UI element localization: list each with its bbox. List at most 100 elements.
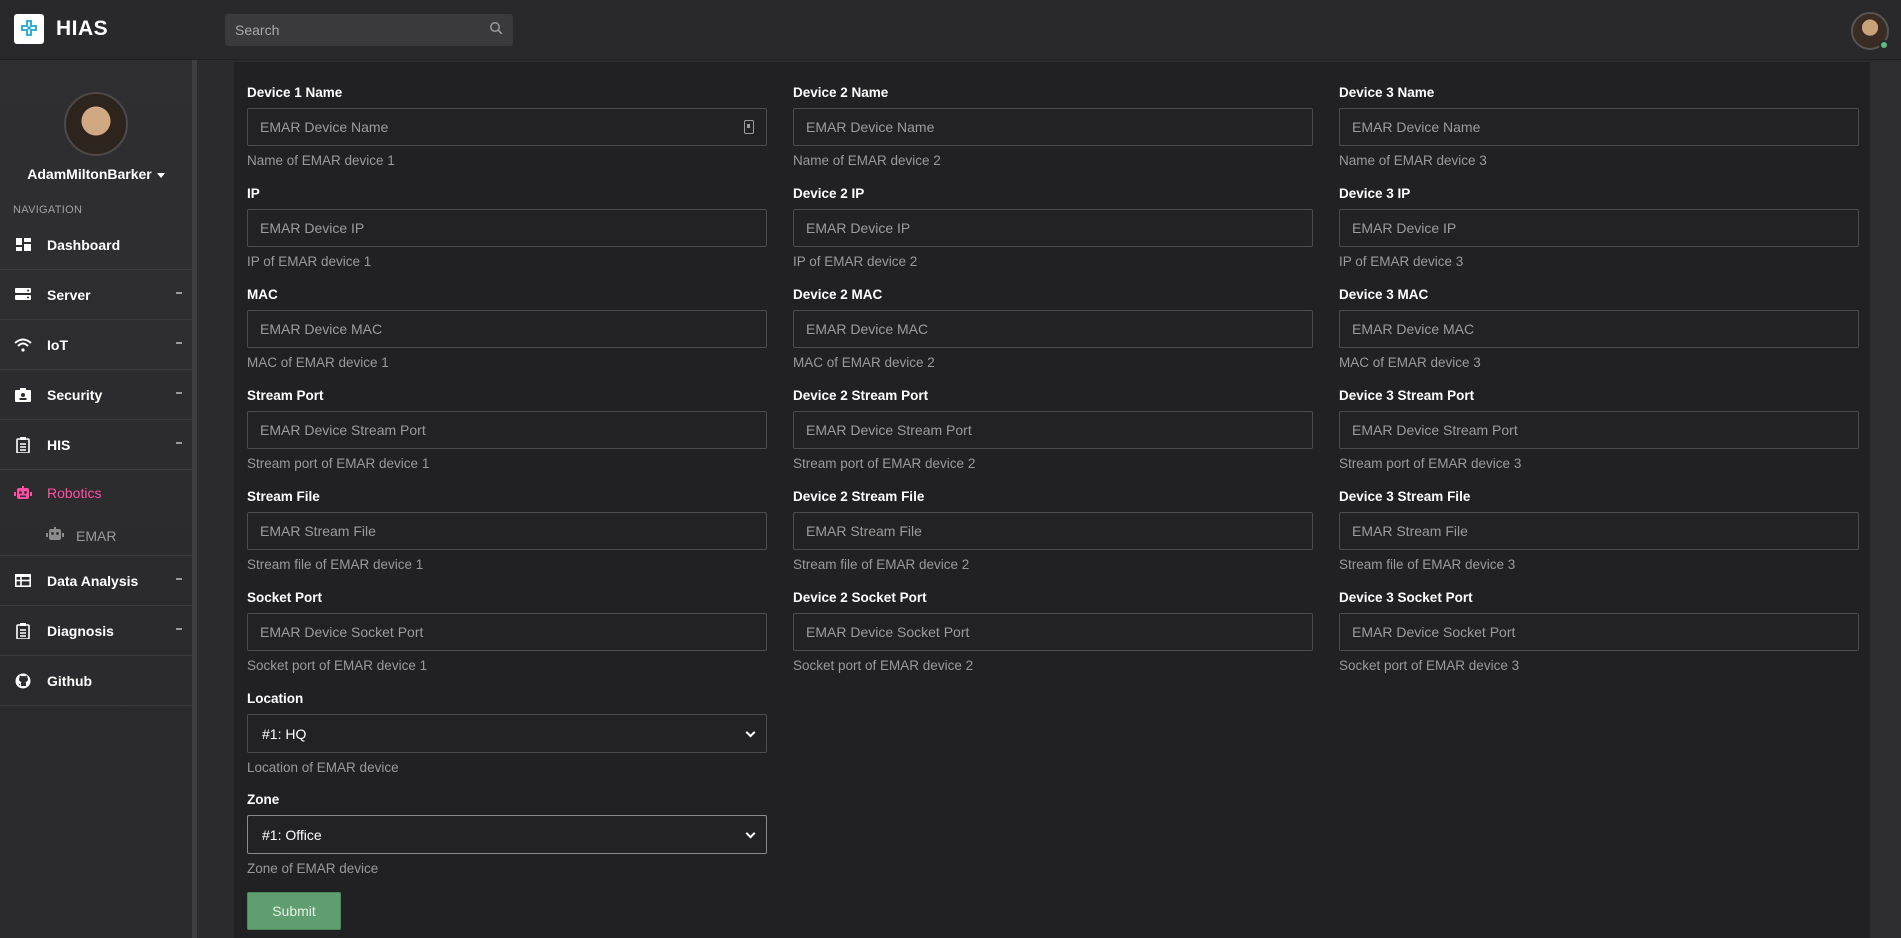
sidebar-item-data-analysis[interactable]: Data Analysis <box>0 556 192 606</box>
field-label: Zone <box>247 792 280 807</box>
device-3-stream-file-input[interactable] <box>1340 513 1858 549</box>
device-2-socket-port-input[interactable] <box>794 614 1312 650</box>
sidebar-item-his[interactable]: HIS <box>0 420 192 470</box>
text-field-wrapper <box>1339 411 1859 449</box>
device-1-name-input[interactable] <box>248 109 766 145</box>
text-field-wrapper <box>247 613 767 651</box>
device-1-ip-input[interactable] <box>248 210 766 246</box>
form-field: Stream Port Stream port of EMAR device 1 <box>247 365 767 471</box>
device-3-mac-input[interactable] <box>1340 311 1858 347</box>
profile-username: AdamMiltonBarker <box>27 166 152 182</box>
text-field-wrapper <box>793 310 1313 348</box>
page-scrollbar[interactable] <box>1870 62 1901 938</box>
text-field-wrapper <box>1339 108 1859 146</box>
field-label: IP <box>247 186 260 201</box>
device-2-stream-file-input[interactable] <box>794 513 1312 549</box>
profile-avatar[interactable] <box>64 92 128 156</box>
field-help-text: Socket port of EMAR device 3 <box>1339 658 1520 673</box>
sidebar-item-security[interactable]: Security <box>0 370 192 420</box>
location-select[interactable]: #1: HQ <box>247 714 767 753</box>
field-label: Device 2 Socket Port <box>793 590 927 605</box>
sidebar-item-iot[interactable]: IoT <box>0 320 192 370</box>
zone-select[interactable]: #1: Office <box>247 815 767 854</box>
search-input[interactable] <box>235 22 489 38</box>
device-1-column: Device 1 Name Name of EMAR device 1 IP I… <box>247 62 767 876</box>
sidebar-item-server[interactable]: Server <box>0 270 192 320</box>
form-field: Location #1: HQ Location of EMAR device <box>247 668 767 775</box>
robot-icon <box>13 483 33 503</box>
device-3-name-input[interactable] <box>1340 109 1858 145</box>
device-1-socket-port-input[interactable] <box>248 614 766 650</box>
clipboard-icon <box>13 621 33 641</box>
device-3-ip-input[interactable] <box>1340 210 1858 246</box>
dashboard-icon <box>13 235 33 255</box>
sidebar-item-label: Server <box>47 286 91 303</box>
device-3-socket-port-input[interactable] <box>1340 614 1858 650</box>
text-field-wrapper <box>247 411 767 449</box>
form-field: Device 2 Stream Port Stream port of EMAR… <box>793 365 1313 471</box>
sidebar-item-label: Security <box>47 386 103 403</box>
device-2-stream-port-input[interactable] <box>794 412 1312 448</box>
device-2-mac-input[interactable] <box>794 311 1312 347</box>
form-field: Device 2 Name Name of EMAR device 2 <box>793 62 1313 168</box>
device-1-stream-port-input[interactable] <box>248 412 766 448</box>
sidebar-item-label: Data Analysis <box>47 572 139 589</box>
brand[interactable]: HIAS <box>14 14 108 44</box>
device-1-stream-file-input[interactable] <box>248 513 766 549</box>
field-label: Location <box>247 691 304 706</box>
device-3-stream-port-input[interactable] <box>1340 412 1858 448</box>
table-icon <box>13 571 33 591</box>
form-field: Device 2 IP IP of EMAR device 2 <box>793 163 1313 269</box>
text-field-wrapper <box>793 512 1313 550</box>
form-field: Device 3 IP IP of EMAR device 3 <box>1339 163 1859 269</box>
sidebar: AdamMiltonBarker NAVIGATION Dashboard Se… <box>0 60 197 938</box>
text-field-wrapper <box>247 310 767 348</box>
form-field: Zone #1: Office Zone of EMAR device <box>247 769 767 876</box>
expand-icon <box>176 292 182 294</box>
search-icon[interactable] <box>489 21 503 40</box>
sidebar-subitem-emar[interactable]: EMAR <box>0 516 192 556</box>
device-2-name-input[interactable] <box>794 109 1312 145</box>
chevron-down-icon <box>745 727 756 738</box>
field-label: Device 3 Socket Port <box>1339 590 1473 605</box>
id-card-icon <box>13 385 33 405</box>
chevron-down-icon <box>745 828 756 839</box>
text-field-wrapper <box>793 613 1313 651</box>
hospital-icon <box>13 435 33 455</box>
submit-button[interactable]: Submit <box>247 892 341 930</box>
location-select-value: #1: HQ <box>262 725 307 742</box>
profile-username-dropdown[interactable]: AdamMiltonBarker <box>0 166 192 182</box>
device-1-mac-input[interactable] <box>248 311 766 347</box>
field-label: Device 2 Name <box>793 85 889 100</box>
sidebar-item-label: Robotics <box>47 485 102 501</box>
text-field-wrapper <box>247 209 767 247</box>
form-field: Stream File Stream file of EMAR device 1 <box>247 466 767 572</box>
top-bar: HIAS <box>0 0 1901 60</box>
wifi-icon <box>13 335 33 355</box>
device-2-ip-input[interactable] <box>794 210 1312 246</box>
form-field: Device 2 Stream File Stream file of EMAR… <box>793 466 1313 572</box>
server-icon <box>13 285 33 305</box>
field-label: Device 3 Name <box>1339 85 1435 100</box>
field-label: Device 3 IP <box>1339 186 1411 201</box>
text-field-wrapper <box>793 108 1313 146</box>
sidebar-item-label: Diagnosis <box>47 622 114 639</box>
robot-icon <box>46 527 64 544</box>
sidebar-item-robotics[interactable]: Robotics <box>0 470 192 516</box>
expand-icon <box>176 392 182 394</box>
sidebar-item-dashboard[interactable]: Dashboard <box>0 220 192 270</box>
field-label: MAC <box>247 287 278 302</box>
form-field: Socket Port Socket port of EMAR device 1 <box>247 567 767 673</box>
field-label: Device 3 Stream Port <box>1339 388 1475 403</box>
autofill-key-icon[interactable] <box>744 120 754 134</box>
user-avatar[interactable] <box>1851 12 1889 50</box>
search-box[interactable] <box>225 14 513 46</box>
sidebar-item-diagnosis[interactable]: Diagnosis <box>0 606 192 656</box>
sidebar-item-label: Dashboard <box>47 236 121 253</box>
text-field-wrapper <box>247 108 767 146</box>
field-label: Device 2 IP <box>793 186 865 201</box>
form-field: Device 2 MAC MAC of EMAR device 2 <box>793 264 1313 370</box>
field-label: Stream Port <box>247 388 324 403</box>
expand-icon <box>176 442 182 444</box>
sidebar-item-github[interactable]: Github <box>0 656 192 706</box>
